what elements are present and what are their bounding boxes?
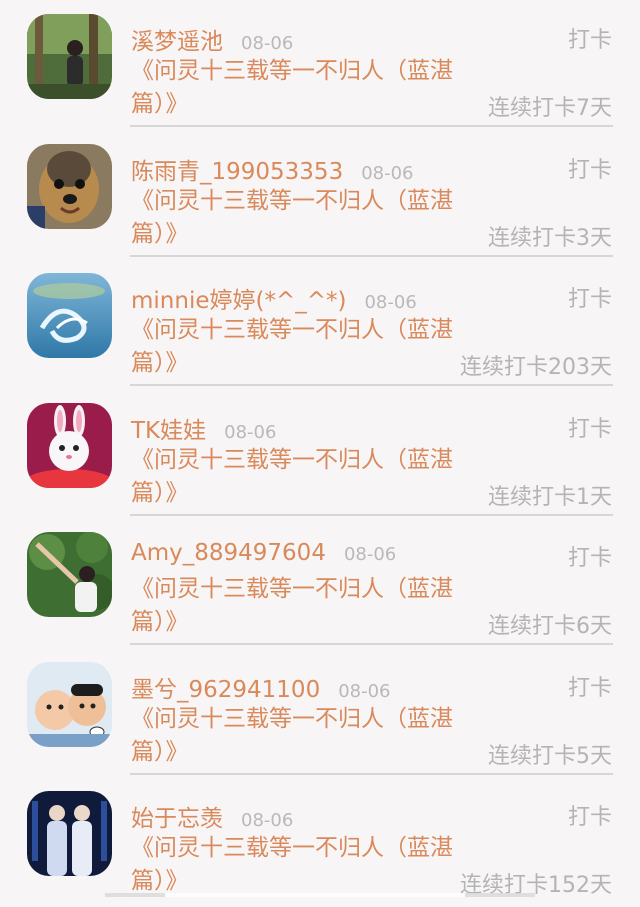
- user-name-text[interactable]: 溪梦遥池: [131, 29, 223, 55]
- user-name-text[interactable]: 陈雨青_199053353: [131, 159, 343, 185]
- book-title[interactable]: 《问灵十三载等一不归人（蓝湛篇）》: [131, 314, 461, 380]
- user-name[interactable]: minnie婷婷(*^_^*) 08-06: [131, 281, 417, 315]
- user-name[interactable]: 陈雨青_199053353 08-06: [131, 152, 414, 186]
- divider: [130, 513, 613, 516]
- avatar[interactable]: [27, 791, 112, 876]
- kids-avatar: [27, 661, 112, 747]
- streak-count: 连续打卡7天: [488, 96, 612, 121]
- user-name[interactable]: Amy_889497604 08-06: [131, 540, 396, 566]
- list-item[interactable]: 陈雨青_199053353 08-06 打卡 《问灵十三载等一不归人（蓝湛篇）》 …: [0, 130, 640, 260]
- checkin-button[interactable]: 打卡: [568, 152, 612, 184]
- user-name-text[interactable]: Amy_889497604: [131, 540, 326, 566]
- list-item[interactable]: 始于忘羡 08-06 打卡 《问灵十三载等一不归人（蓝湛篇）》 连续打卡152天: [0, 777, 640, 907]
- avatar[interactable]: [27, 402, 112, 488]
- post-date: 08-06: [361, 162, 414, 184]
- post-date: 08-06: [241, 33, 294, 54]
- book-title[interactable]: 《问灵十三载等一不归人（蓝湛篇）》: [131, 832, 461, 898]
- user-name-text[interactable]: 始于忘羡: [131, 806, 223, 832]
- list-item[interactable]: 溪梦遥池 08-06 打卡 《问灵十三载等一不归人（蓝湛篇）》 连续打卡7天: [0, 0, 640, 130]
- divider: [130, 643, 613, 645]
- list-item[interactable]: minnie婷婷(*^_^*) 08-06 打卡 《问灵十三载等一不归人（蓝湛篇）…: [0, 259, 640, 389]
- divider: [130, 384, 613, 386]
- book-title[interactable]: 《问灵十三载等一不归人（蓝湛篇）》: [131, 703, 461, 769]
- costume-avatar: [27, 791, 112, 876]
- streak-count: 连续打卡3天: [488, 225, 612, 251]
- water-swirl-avatar: [27, 273, 112, 358]
- bunny-avatar: [27, 402, 112, 488]
- post-date: 08-06: [241, 810, 294, 831]
- book-title[interactable]: 《问灵十三载等一不归人（蓝湛篇）》: [131, 444, 461, 510]
- avatar[interactable]: [27, 14, 112, 99]
- checkin-button[interactable]: 打卡: [568, 670, 612, 702]
- checkin-button[interactable]: 打卡: [568, 799, 612, 831]
- checkin-button[interactable]: 打卡: [568, 540, 612, 572]
- user-name[interactable]: TK娃娃 08-06: [131, 411, 276, 445]
- streak-count: 连续打卡1天: [488, 484, 612, 510]
- user-name[interactable]: 墨兮_962941100 08-06: [131, 670, 391, 704]
- streak-count: 连续打卡203天: [460, 355, 612, 380]
- post-date: 08-06: [364, 292, 417, 313]
- list-item[interactable]: 墨兮_962941100 08-06 打卡 《问灵十三载等一不归人（蓝湛篇）》 连…: [0, 648, 640, 778]
- checkin-button[interactable]: 打卡: [568, 411, 612, 443]
- book-title[interactable]: 《问灵十三载等一不归人（蓝湛篇）》: [131, 185, 461, 251]
- user-name-text[interactable]: minnie婷婷(*^_^*): [131, 288, 346, 314]
- post-date: 08-06: [343, 544, 397, 565]
- divider: [130, 254, 613, 257]
- checkin-button[interactable]: 打卡: [568, 22, 612, 54]
- list-item[interactable]: Amy_889497604 08-06 打卡 《问灵十三载等一不归人（蓝湛篇）》 …: [0, 518, 640, 648]
- book-title[interactable]: 《问灵十三载等一不归人（蓝湛篇）》: [131, 55, 461, 121]
- checkin-button[interactable]: 打卡: [568, 281, 612, 313]
- list-item[interactable]: TK娃娃 08-06 打卡 《问灵十三载等一不归人（蓝湛篇）》 连续打卡1天: [0, 389, 640, 519]
- user-name-text[interactable]: TK娃娃: [131, 418, 206, 444]
- avatar[interactable]: [27, 143, 112, 229]
- forest-person-avatar: [27, 14, 112, 99]
- divider: [130, 125, 613, 127]
- avatar[interactable]: [27, 273, 112, 358]
- avatar[interactable]: [27, 661, 112, 747]
- book-title[interactable]: 《问灵十三载等一不归人（蓝湛篇）》: [131, 573, 461, 639]
- post-date: 08-06: [224, 421, 277, 443]
- checkin-list: 溪梦遥池 08-06 打卡 《问灵十三载等一不归人（蓝湛篇）》 连续打卡7天 陈雨…: [0, 0, 640, 907]
- user-name-text[interactable]: 墨兮_962941100: [131, 677, 320, 703]
- avatar[interactable]: [27, 532, 112, 617]
- streak-count: 连续打卡6天: [488, 614, 612, 639]
- horizontal-scrollbar[interactable]: [105, 893, 535, 897]
- divider: [130, 772, 613, 775]
- dog-avatar: [27, 143, 112, 229]
- tree-person-avatar: [27, 532, 112, 617]
- user-name[interactable]: 溪梦遥池 08-06: [131, 22, 293, 56]
- user-name[interactable]: 始于忘羡 08-06: [131, 799, 293, 833]
- streak-count: 连续打卡5天: [488, 743, 612, 769]
- post-date: 08-06: [338, 680, 391, 702]
